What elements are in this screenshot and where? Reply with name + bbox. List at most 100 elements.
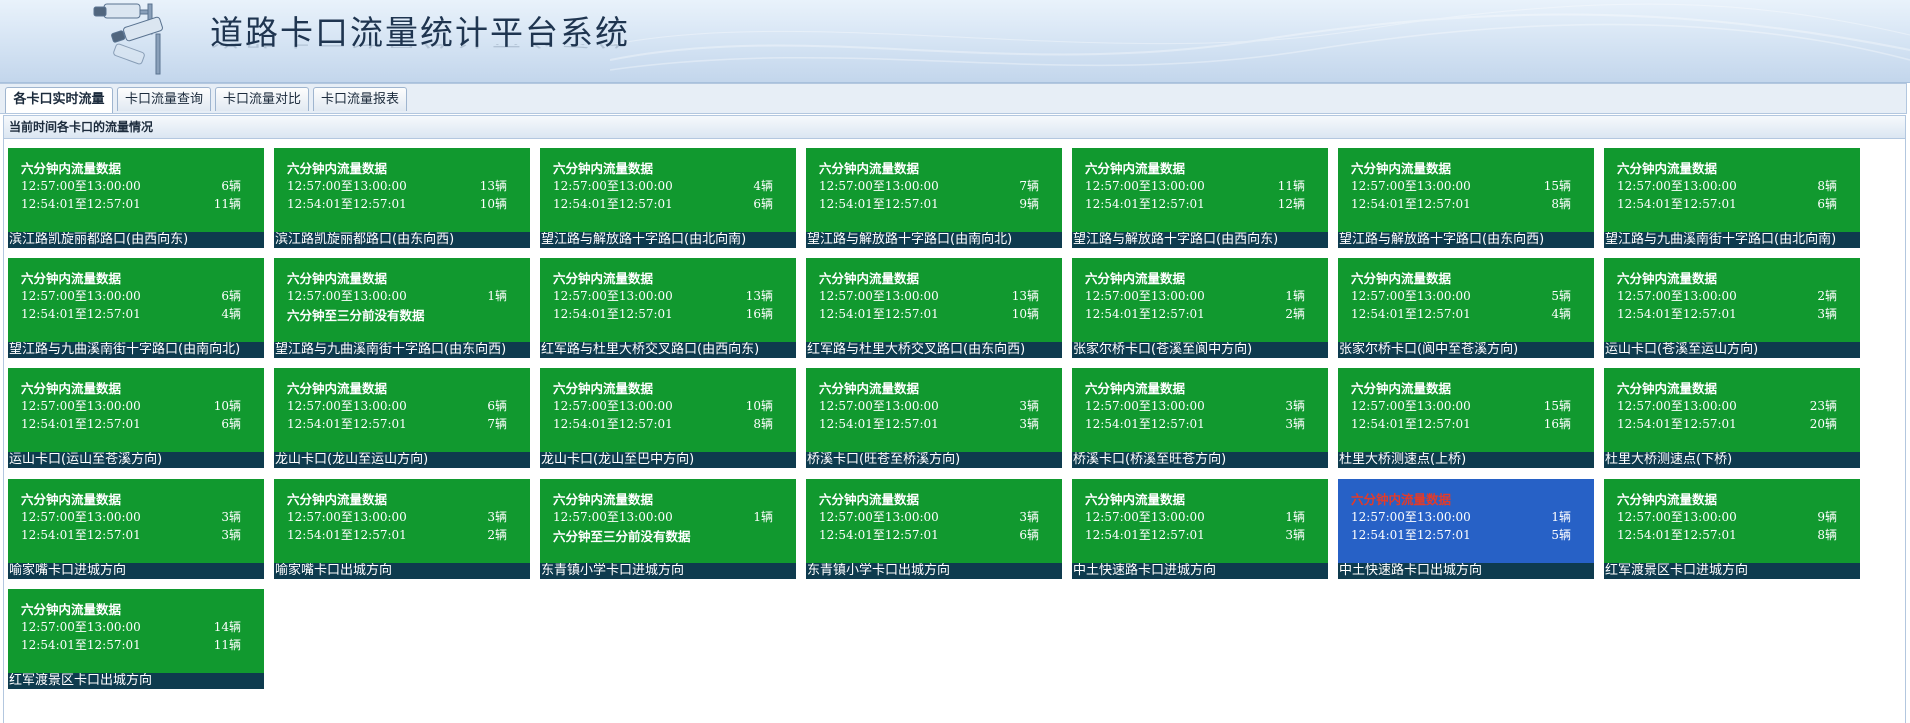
tab-flow-report[interactable]: 卡口流量报表	[313, 87, 407, 111]
time-range: 12:54:01至12:57:01	[1351, 197, 1471, 211]
time-range: 12:57:00至13:00:00	[1617, 289, 1737, 303]
checkpoint-card[interactable]: 六分钟内流量数据 12:57:00至13:00:00 3辆 12:54:01至12:5…	[806, 368, 1062, 468]
checkpoint-card[interactable]: 六分钟内流量数据 12:57:00至13:00:00 14辆 12:54:01至12:…	[8, 589, 264, 689]
card-title: 六分钟内流量数据	[1617, 381, 1718, 396]
checkpoint-card[interactable]: 六分钟内流量数据 12:57:00至13:00:00 1辆 12:54:01至12:5…	[1338, 479, 1594, 579]
time-range: 12:57:00至13:00:00	[21, 179, 141, 193]
time-range: 12:57:00至13:00:00	[287, 399, 407, 413]
time-range: 六分钟至三分前没有数据	[287, 308, 425, 323]
vehicle-count: 16辆	[745, 307, 773, 321]
time-range: 12:57:00至13:00:00	[1085, 510, 1205, 524]
time-range: 12:57:00至13:00:00	[553, 510, 673, 524]
checkpoint-card[interactable]: 六分钟内流量数据 12:57:00至13:00:00 1辆 12:54:01至12:5…	[1072, 479, 1328, 579]
checkpoint-name: 运山卡口(运山至苍溪方向)	[8, 452, 264, 468]
vehicle-count: 3辆	[1019, 399, 1039, 413]
card-title: 六分钟内流量数据	[21, 602, 122, 617]
checkpoint-card[interactable]: 六分钟内流量数据 12:57:00至13:00:00 6辆 12:54:01至12:5…	[8, 148, 264, 248]
vehicle-count: 7辆	[1019, 179, 1039, 193]
checkpoint-card[interactable]: 六分钟内流量数据 12:57:00至13:00:00 3辆 12:54:01至12:5…	[1072, 368, 1328, 468]
vehicle-count: 8辆	[753, 417, 773, 431]
vehicle-count: 2辆	[487, 528, 507, 542]
checkpoint-card[interactable]: 六分钟内流量数据 12:57:00至13:00:00 7辆 12:54:01至12:5…	[806, 148, 1062, 248]
time-range: 12:57:00至13:00:00	[287, 289, 407, 303]
time-range: 12:54:01至12:57:01	[1617, 417, 1737, 431]
checkpoint-name: 喻家嘴卡口进城方向	[8, 563, 264, 579]
checkpoint-card[interactable]: 六分钟内流量数据 12:57:00至13:00:00 11辆 12:54:01至12:…	[1072, 148, 1328, 248]
checkpoint-card[interactable]: 六分钟内流量数据 12:57:00至13:00:00 1辆 六分钟至三分前没有数据 东青…	[540, 479, 796, 579]
vehicle-count: 1辆	[1285, 289, 1305, 303]
card-title: 六分钟内流量数据	[1351, 492, 1452, 507]
checkpoint-card[interactable]: 六分钟内流量数据 12:57:00至13:00:00 2辆 12:54:01至12:5…	[1604, 258, 1860, 358]
checkpoint-name: 中土快速路卡口出城方向	[1338, 563, 1594, 579]
checkpoint-card[interactable]: 六分钟内流量数据 12:57:00至13:00:00 13辆 12:54:01至12:…	[274, 148, 530, 248]
checkpoint-name: 龙山卡口(龙山至运山方向)	[274, 452, 530, 468]
time-range: 12:54:01至12:57:01	[1351, 528, 1471, 542]
checkpoint-name: 望江路与九曲溪南街十字路口(由东向西)	[274, 342, 530, 358]
card-title: 六分钟内流量数据	[21, 492, 122, 507]
checkpoint-card[interactable]: 六分钟内流量数据 12:57:00至13:00:00 9辆 12:54:01至12:5…	[1604, 479, 1860, 579]
checkpoint-name: 望江路与九曲溪南街十字路口(由南向北)	[8, 342, 264, 358]
time-range: 12:57:00至13:00:00	[21, 620, 141, 634]
vehicle-count: 10辆	[1011, 307, 1039, 321]
vehicle-count: 13辆	[479, 179, 507, 193]
checkpoint-card[interactable]: 六分钟内流量数据 12:57:00至13:00:00 3辆 12:54:01至12:5…	[806, 479, 1062, 579]
vehicle-count: 3辆	[221, 510, 241, 524]
vehicle-count: 1辆	[1285, 510, 1305, 524]
vehicle-count: 8辆	[1817, 528, 1837, 542]
vehicle-count: 4辆	[1551, 307, 1571, 321]
checkpoint-card[interactable]: 六分钟内流量数据 12:57:00至13:00:00 13辆 12:54:01至12:…	[540, 258, 796, 358]
tab-realtime-flow[interactable]: 各卡口实时流量	[5, 87, 113, 113]
checkpoint-name: 望江路与解放路十字路口(由北向南)	[540, 232, 796, 248]
time-range: 12:57:00至13:00:00	[1351, 289, 1471, 303]
checkpoint-card[interactable]: 六分钟内流量数据 12:57:00至13:00:00 5辆 12:54:01至12:5…	[1338, 258, 1594, 358]
checkpoint-name: 桥溪卡口(桥溪至旺苍方向)	[1072, 452, 1328, 468]
checkpoint-card[interactable]: 六分钟内流量数据 12:57:00至13:00:00 15辆 12:54:01至12:…	[1338, 368, 1594, 468]
vehicle-count: 6辆	[1817, 197, 1837, 211]
checkpoint-name: 红军路与杜里大桥交叉路口(由东向西)	[806, 342, 1062, 358]
vehicle-count: 3辆	[1285, 417, 1305, 431]
time-range: 12:54:01至12:57:01	[553, 197, 673, 211]
time-range: 12:54:01至12:57:01	[819, 307, 939, 321]
tab-flow-compare[interactable]: 卡口流量对比	[215, 87, 309, 111]
checkpoint-card[interactable]: 六分钟内流量数据 12:57:00至13:00:00 1辆 六分钟至三分前没有数据 望江…	[274, 258, 530, 358]
vehicle-count: 13辆	[1011, 289, 1039, 303]
time-range: 12:54:01至12:57:01	[1351, 307, 1471, 321]
checkpoint-name: 龙山卡口(龙山至巴中方向)	[540, 452, 796, 468]
time-range: 12:57:00至13:00:00	[819, 289, 939, 303]
time-range: 12:57:00至13:00:00	[1617, 399, 1737, 413]
checkpoint-card[interactable]: 六分钟内流量数据 12:57:00至13:00:00 4辆 12:54:01至12:5…	[540, 148, 796, 248]
vehicle-count: 2辆	[1285, 307, 1305, 321]
checkpoint-card[interactable]: 六分钟内流量数据 12:57:00至13:00:00 13辆 12:54:01至12:…	[806, 258, 1062, 358]
card-title: 六分钟内流量数据	[819, 161, 920, 176]
checkpoint-card[interactable]: 六分钟内流量数据 12:57:00至13:00:00 1辆 12:54:01至12:5…	[1072, 258, 1328, 358]
card-title: 六分钟内流量数据	[1351, 161, 1452, 176]
time-range: 12:57:00至13:00:00	[553, 179, 673, 193]
checkpoint-card[interactable]: 六分钟内流量数据 12:57:00至13:00:00 6辆 12:54:01至12:5…	[274, 368, 530, 468]
checkpoint-card[interactable]: 六分钟内流量数据 12:57:00至13:00:00 8辆 12:54:01至12:5…	[1604, 148, 1860, 248]
section-title: 当前时间各卡口的流量情况	[3, 115, 1906, 139]
checkpoint-card[interactable]: 六分钟内流量数据 12:57:00至13:00:00 3辆 12:54:01至12:5…	[274, 479, 530, 579]
time-range: 12:54:01至12:57:01	[1085, 197, 1205, 211]
time-range: 12:54:01至12:57:01	[287, 417, 407, 431]
checkpoint-card[interactable]: 六分钟内流量数据 12:57:00至13:00:00 3辆 12:54:01至12:5…	[8, 479, 264, 579]
time-range: 12:54:01至12:57:01	[21, 417, 141, 431]
checkpoint-card[interactable]: 六分钟内流量数据 12:57:00至13:00:00 15辆 12:54:01至12:…	[1338, 148, 1594, 248]
vehicle-count: 16辆	[1543, 417, 1571, 431]
card-title: 六分钟内流量数据	[553, 492, 654, 507]
checkpoint-name: 桥溪卡口(旺苍至桥溪方向)	[806, 452, 1062, 468]
time-range: 12:54:01至12:57:01	[1617, 528, 1737, 542]
time-range: 12:57:00至13:00:00	[21, 399, 141, 413]
checkpoint-name: 张家尔桥卡口(苍溪至阆中方向)	[1072, 342, 1328, 358]
checkpoint-card[interactable]: 六分钟内流量数据 12:57:00至13:00:00 23辆 12:54:01至12:…	[1604, 368, 1860, 468]
checkpoint-name: 张家尔桥卡口(阆中至苍溪方向)	[1338, 342, 1594, 358]
time-range: 12:54:01至12:57:01	[819, 197, 939, 211]
checkpoint-card[interactable]: 六分钟内流量数据 12:57:00至13:00:00 10辆 12:54:01至12:…	[540, 368, 796, 468]
vehicle-count: 6辆	[221, 289, 241, 303]
tab-flow-query[interactable]: 卡口流量查询	[117, 87, 211, 111]
checkpoint-name: 杜里大桥测速点(上桥)	[1338, 452, 1594, 468]
time-range: 12:57:00至13:00:00	[1085, 289, 1205, 303]
time-range: 12:54:01至12:57:01	[1085, 307, 1205, 321]
checkpoint-card[interactable]: 六分钟内流量数据 12:57:00至13:00:00 10辆 12:54:01至12:…	[8, 368, 264, 468]
checkpoint-card[interactable]: 六分钟内流量数据 12:57:00至13:00:00 6辆 12:54:01至12:5…	[8, 258, 264, 358]
time-range: 12:57:00至13:00:00	[819, 399, 939, 413]
